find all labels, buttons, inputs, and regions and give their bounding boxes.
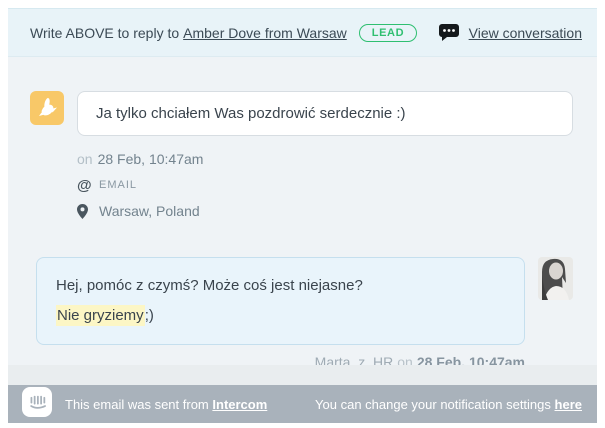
lead-badge: LEAD	[359, 24, 417, 42]
chat-bubble-icon	[439, 24, 460, 42]
view-conversation-link[interactable]: View conversation	[469, 25, 582, 41]
reply-instruction: Write ABOVE to reply to Amber Dove from …	[30, 24, 417, 42]
recipient-link[interactable]: Amber Dove from Warsaw	[183, 25, 347, 41]
settings-prefix: You can change your notification setting…	[315, 397, 551, 412]
email-footer: This email was sent from Intercom You ca…	[8, 385, 597, 423]
dove-icon	[30, 91, 64, 125]
metadata-channel-row: @ EMAIL	[77, 175, 573, 195]
notification-settings-text: You can change your notification setting…	[315, 397, 582, 412]
sent-from-text: This email was sent from Intercom	[65, 397, 267, 412]
message-date: 28 Feb, 10:47am	[98, 151, 204, 167]
inbound-message-text: Ja tylko chciałem Was pozdrowić serdeczn…	[96, 105, 406, 122]
intercom-logo	[22, 387, 52, 417]
reply-line-2-rest: ;)	[145, 307, 154, 324]
reply-topbar: Write ABOVE to reply to Amber Dove from …	[8, 8, 597, 57]
conversation-body: Ja tylko chciałem Was pozdrowić serdeczn…	[8, 57, 597, 365]
sent-from-prefix: This email was sent from	[65, 397, 209, 412]
pre-footer-strip	[8, 365, 597, 385]
reply-message-row: Hej, pomóc z czymś? Może coś jest niejas…	[30, 257, 573, 345]
message-metadata: on 28 Feb, 10:47am @ EMAIL Warsaw, Polan…	[77, 149, 573, 221]
settings-link[interactable]: here	[555, 397, 582, 412]
location-label: Warsaw, Poland	[99, 203, 200, 219]
agent-avatar-photo	[538, 257, 573, 300]
channel-label: EMAIL	[99, 179, 137, 191]
at-sign-icon: @	[77, 177, 99, 194]
byline-date-prefix: on	[397, 354, 413, 365]
reply-author: Marta_z_HR	[315, 354, 394, 365]
date-prefix: on	[77, 151, 93, 167]
intercom-link[interactable]: Intercom	[212, 397, 267, 412]
inbound-message-row: Ja tylko chciałem Was pozdrowić serdeczn…	[30, 91, 573, 136]
highlighted-text: Nie gryziemy	[56, 305, 145, 326]
email-notification: Write ABOVE to reply to Amber Dove from …	[8, 8, 597, 423]
metadata-location-row: Warsaw, Poland	[77, 201, 573, 221]
reply-date: 28 Feb, 10:47am	[417, 354, 525, 365]
reply-bubble: Hej, pomóc z czymś? Może coś jest niejas…	[36, 257, 525, 345]
metadata-date-row: on 28 Feb, 10:47am	[77, 149, 573, 169]
reply-line-1: Hej, pomóc z czymś? Może coś jest niejas…	[56, 271, 505, 301]
reply-instruction-text: Write ABOVE to reply to	[30, 25, 179, 41]
inbound-message-bubble: Ja tylko chciałem Was pozdrowić serdeczn…	[77, 91, 573, 136]
reply-byline: Marta_z_HRon 28 Feb, 10:47am	[30, 354, 573, 365]
reply-line-2: Nie gryziemy;)	[56, 301, 505, 331]
map-pin-icon	[77, 204, 99, 219]
